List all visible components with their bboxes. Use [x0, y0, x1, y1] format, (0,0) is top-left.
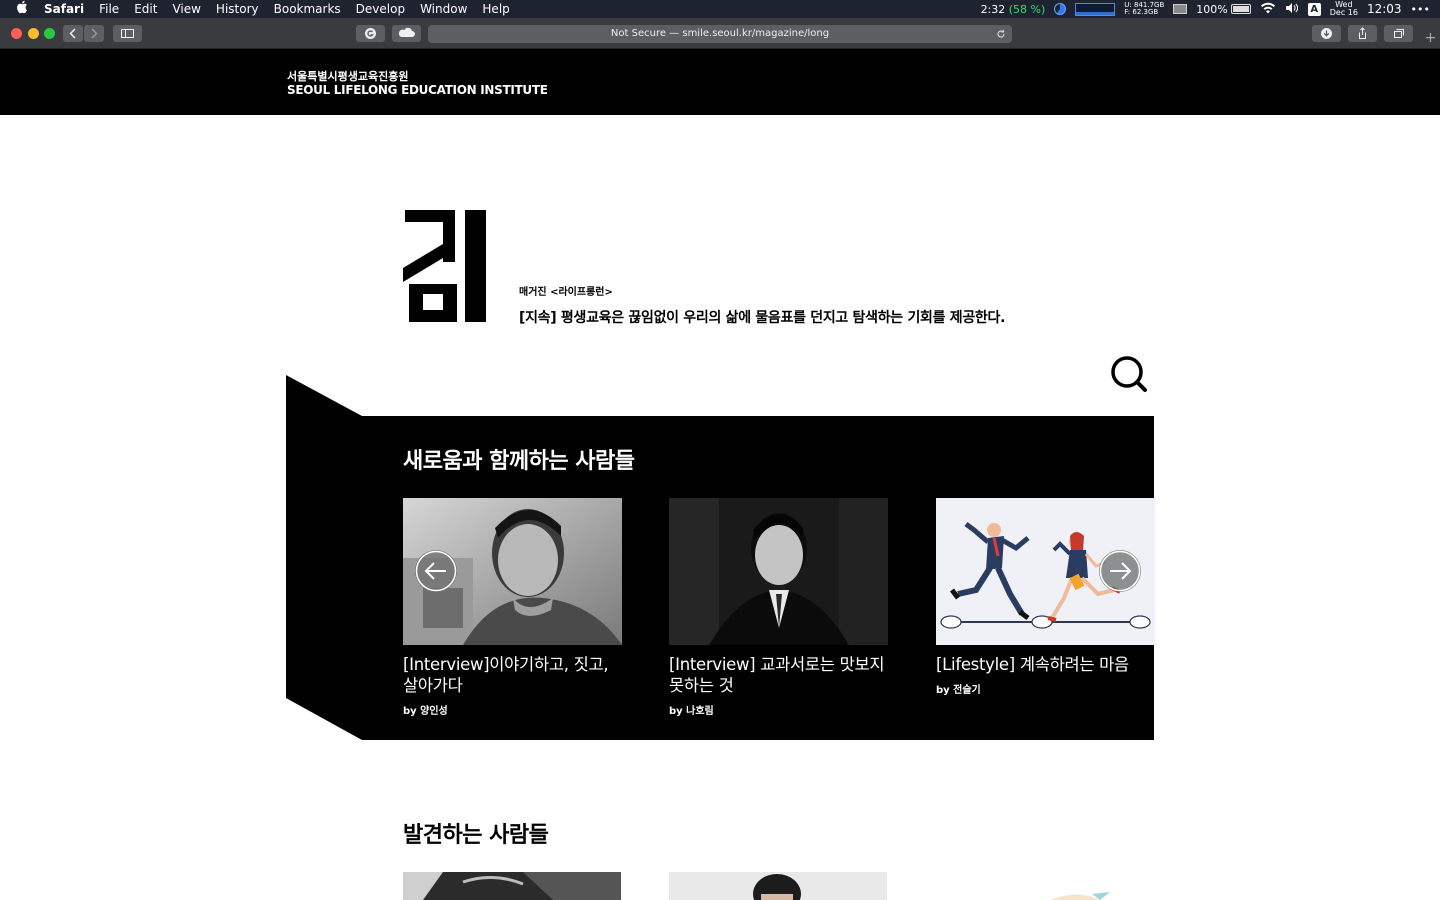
- menubar-status-area: 2:32 (58 %) U: 841.7GB F: 62.3GB 100% A W…: [972, 0, 1430, 18]
- disk-usage[interactable]: U: 841.7GB F: 62.3GB: [1124, 2, 1164, 16]
- article-thumbnail[interactable]: [669, 872, 887, 900]
- menu-develop[interactable]: Develop: [356, 0, 405, 18]
- address-text: Not Secure — smile.seoul.kr/magazine/lon…: [610, 28, 830, 39]
- grammarly-icon: [365, 28, 376, 39]
- article-thumbnail[interactable]: [403, 872, 621, 900]
- article-title[interactable]: [Interview] 교과서로는 맛보지 못하는 것: [669, 654, 888, 696]
- battery-time: 2:32: [980, 2, 1006, 16]
- chevron-right-icon: [91, 28, 98, 39]
- menu-help[interactable]: Help: [482, 0, 509, 18]
- carousel-next-button[interactable]: [1099, 550, 1141, 592]
- macos-menu-bar: Safari File Edit View History Bookmarks …: [0, 0, 1440, 18]
- featured-section: 새로움과 함께하는 사람들 [Interview]이야기하고, 짓고, 살아가다…: [286, 375, 1155, 740]
- chevron-left-icon: [69, 28, 76, 39]
- back-button[interactable]: [63, 25, 83, 42]
- org-name-english[interactable]: SEOUL LIFELONG EDUCATION INSTITUTE: [287, 83, 548, 97]
- menu-edit[interactable]: Edit: [134, 0, 157, 18]
- sidebar-button[interactable]: [113, 25, 142, 42]
- article-title[interactable]: [Lifestyle] 계속하려는 마음: [936, 654, 1155, 675]
- wifi-icon[interactable]: [1260, 2, 1276, 17]
- menubar-time[interactable]: 12:03: [1367, 2, 1402, 16]
- illustration-thumbnail: [1050, 892, 1110, 900]
- menubar-date-text: Dec 16: [1329, 8, 1358, 17]
- menubar-date[interactable]: Wed Dec 16: [1330, 1, 1358, 17]
- article-byline: by 나호림: [669, 706, 714, 717]
- menu-bookmarks[interactable]: Bookmarks: [274, 0, 341, 18]
- menu-history[interactable]: History: [216, 0, 259, 18]
- cloud-icon: [398, 27, 415, 37]
- forward-button[interactable]: [84, 25, 104, 42]
- battery-level: 100%: [1196, 2, 1228, 16]
- battery-percent: (58 %): [1008, 2, 1046, 16]
- article-title[interactable]: [Interview]이야기하고, 짓고, 살아가다: [403, 654, 622, 696]
- article-byline: by 양인성: [403, 706, 448, 717]
- battery-icon: [1230, 4, 1251, 14]
- arrow-right-icon: [1099, 550, 1141, 592]
- share-icon: [1359, 27, 1366, 39]
- input-source-icon[interactable]: A: [1307, 2, 1321, 16]
- site-header: 서울특별시평생교육진흥원 SEOUL LIFELONG EDUCATION IN…: [0, 49, 1440, 115]
- article-thumbnail[interactable]: [669, 498, 888, 645]
- arrow-left-icon: [415, 550, 457, 592]
- share-button[interactable]: [1348, 25, 1377, 42]
- downloads-button[interactable]: [1312, 25, 1341, 42]
- article-byline: by 전슬기: [936, 685, 981, 696]
- menu-file[interactable]: File: [99, 0, 119, 18]
- magazine-description: [지속] 평생교육은 끊임없이 우리의 삶에 물음표를 던지고 탐색하는 기회를…: [519, 310, 1006, 326]
- portrait-photo-2: [669, 498, 888, 645]
- featured-section-title: 새로움과 함께하는 사람들: [403, 449, 635, 474]
- window-minimize-button[interactable]: [28, 28, 39, 39]
- apple-menu-icon[interactable]: [16, 0, 30, 18]
- tab-overview-button[interactable]: [1384, 25, 1413, 42]
- org-name-korean[interactable]: 서울특별시평생교육진흥원: [287, 68, 408, 84]
- battery-status[interactable]: 100%: [1196, 2, 1251, 16]
- menubar-more-icon[interactable]: •••: [1411, 3, 1430, 16]
- menu-app-name[interactable]: Safari: [44, 0, 84, 18]
- extension-button[interactable]: [356, 25, 385, 42]
- download-icon: [1321, 28, 1332, 39]
- volume-icon[interactable]: [1285, 2, 1299, 17]
- reload-icon[interactable]: [996, 25, 1006, 49]
- network-graph-icon[interactable]: [1075, 2, 1116, 16]
- disk-free: F: 62.3GB: [1124, 8, 1159, 16]
- cpu-pie-icon[interactable]: [1054, 3, 1067, 15]
- portrait-photo-3: [403, 872, 621, 900]
- window-close-button[interactable]: [11, 28, 22, 39]
- magazine-logo-icon[interactable]: [403, 210, 487, 322]
- article-thumbnail[interactable]: [1040, 872, 1120, 900]
- icloud-tabs-button[interactable]: [392, 25, 421, 42]
- magazine-label: 매거진 <라이프롱런>: [519, 287, 613, 298]
- new-tab-button[interactable]: +: [1421, 30, 1440, 49]
- menu-window[interactable]: Window: [420, 0, 467, 18]
- section-title: 발견하는 사람들: [403, 823, 549, 848]
- memory-icon[interactable]: [1173, 4, 1188, 14]
- menu-view[interactable]: View: [172, 0, 200, 18]
- article-card[interactable]: [Lifestyle] 계속하려는 마음 by 전슬기: [936, 498, 1155, 696]
- safari-toolbar: Not Secure — smile.seoul.kr/magazine/lon…: [0, 18, 1440, 49]
- article-card[interactable]: [Interview] 교과서로는 맛보지 못하는 것 by 나호림: [669, 498, 888, 717]
- battery-time-status[interactable]: 2:32 (58 %): [981, 3, 1046, 16]
- sidebar-icon: [121, 29, 134, 38]
- carousel-prev-button[interactable]: [415, 550, 457, 592]
- address-bar[interactable]: Not Secure — smile.seoul.kr/magazine/lon…: [428, 25, 1012, 43]
- article-card[interactable]: [Interview]이야기하고, 짓고, 살아가다 by 양인성: [403, 498, 622, 717]
- tabs-icon: [1394, 29, 1404, 38]
- portrait-photo-4: [669, 872, 887, 900]
- window-zoom-button[interactable]: [44, 28, 55, 39]
